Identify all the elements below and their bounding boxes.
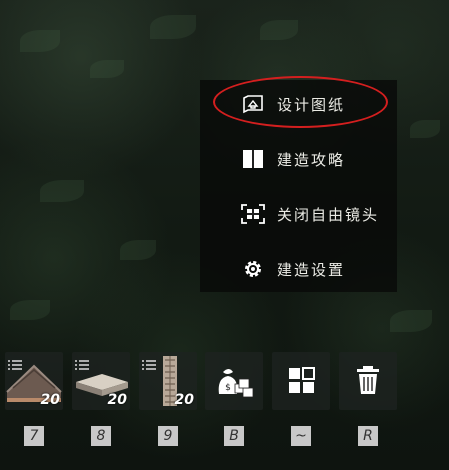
foliage xyxy=(410,120,440,138)
keybind-hint: 9 xyxy=(158,426,178,446)
keybind-hint: 7 xyxy=(24,426,44,446)
foliage xyxy=(90,60,124,78)
foliage xyxy=(10,300,50,320)
foliage xyxy=(20,30,60,52)
hotbar-slot-grid[interactable] xyxy=(272,352,330,410)
menu-item-label: 设计图纸 xyxy=(277,95,346,114)
menu-item-build-guide[interactable]: 建造攻略 xyxy=(200,139,397,179)
foliage xyxy=(40,180,84,202)
grid-blocks-icon xyxy=(272,352,330,410)
foliage xyxy=(260,20,298,40)
menu-item-label: 关闭自由镜头 xyxy=(277,205,380,224)
item-count: 20 xyxy=(174,392,194,408)
gear-icon xyxy=(241,257,265,281)
keybind-hint: ~ xyxy=(291,426,311,446)
menu-item-close-free-camera[interactable]: 关闭自由镜头 xyxy=(200,194,397,234)
keybind-hint: R xyxy=(358,426,378,446)
svg-text:$: $ xyxy=(225,383,231,393)
keybind-hint: B xyxy=(224,426,244,446)
menu-item-blueprint[interactable]: 设计图纸 xyxy=(200,84,397,124)
list-icon xyxy=(75,355,89,374)
book-icon xyxy=(241,147,265,171)
hotbar-slot-roof[interactable]: 20 xyxy=(5,352,63,410)
camera-frame-icon xyxy=(241,202,265,226)
foliage xyxy=(150,15,196,39)
menu-item-label: 建造攻略 xyxy=(277,150,346,169)
item-count: 20 xyxy=(40,392,60,408)
resource-bag-icon: $ xyxy=(205,352,263,410)
hotbar-slot-foundation[interactable]: 20 xyxy=(72,352,130,410)
item-count: 20 xyxy=(107,392,127,408)
build-context-menu: 设计图纸 建造攻略 关闭自由镜头 建造设置 xyxy=(200,80,397,292)
keybind-hint: 8 xyxy=(91,426,111,446)
list-icon xyxy=(8,355,22,374)
hotbar-slot-resources[interactable]: $ xyxy=(205,352,263,410)
foliage xyxy=(120,240,156,260)
trash-icon xyxy=(339,352,397,410)
menu-item-build-settings[interactable]: 建造设置 xyxy=(200,249,397,289)
hotbar-slot-trash[interactable] xyxy=(339,352,397,410)
hotbar-slot-wall[interactable]: 20 xyxy=(139,352,197,410)
foliage xyxy=(390,310,432,332)
list-icon xyxy=(142,355,156,374)
blueprint-icon xyxy=(241,92,265,116)
menu-item-label: 建造设置 xyxy=(277,260,346,279)
